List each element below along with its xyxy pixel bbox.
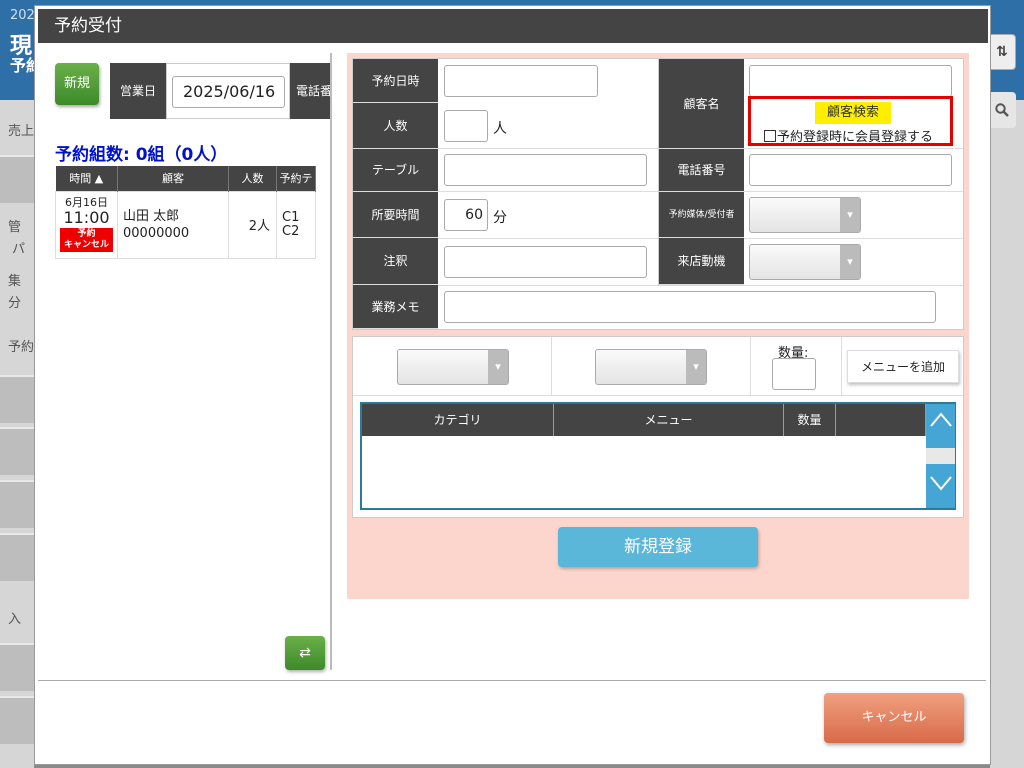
- menu-column-extra: [836, 404, 926, 436]
- table-input[interactable]: [444, 154, 647, 186]
- column-divider: [658, 59, 659, 286]
- search-icon[interactable]: [988, 92, 1016, 128]
- sidebar-item: 予約: [8, 340, 35, 355]
- menu-divider: [841, 337, 842, 395]
- sidebar-block: [0, 533, 34, 581]
- media-label: 予約媒体/受付者: [659, 192, 744, 238]
- table-2: C2: [282, 223, 300, 239]
- sidebar-item: 売上: [8, 124, 35, 139]
- menu-column-menu: メニュー: [554, 404, 784, 436]
- column-table: 予約テ: [276, 166, 316, 191]
- add-menu-button[interactable]: メニューを追加: [847, 350, 959, 383]
- menu-column-category: カテゴリ: [362, 404, 554, 436]
- swap-button[interactable]: ⇄: [285, 636, 325, 670]
- visit-motive-select[interactable]: ▾: [749, 244, 861, 280]
- cancel-badge-line2: キャンセル: [63, 240, 109, 250]
- duration-label: 所要時間: [353, 192, 438, 238]
- sidebar-item: 管: [8, 220, 22, 235]
- reservation-count: 予約組数: 0組（0人）: [55, 145, 228, 165]
- people-input[interactable]: [444, 110, 488, 142]
- customer-search-button[interactable]: 顧客検索: [815, 102, 891, 124]
- menu-select[interactable]: ▾: [595, 349, 707, 385]
- customer-name: 山田 太郎: [123, 208, 180, 224]
- customer-id: 00000000: [123, 225, 190, 241]
- sort-icon[interactable]: ⇅: [988, 34, 1016, 70]
- sidebar-item: パ: [12, 242, 26, 257]
- new-button[interactable]: 新規: [55, 63, 99, 105]
- menu-divider: [353, 395, 963, 396]
- sidebar-block: [0, 155, 34, 203]
- quantity-input[interactable]: [772, 358, 816, 390]
- modal-title: 予約受付: [38, 9, 988, 43]
- duration-unit: 分: [493, 210, 507, 226]
- customer-name-input[interactable]: [749, 65, 952, 97]
- scroll-down-icon[interactable]: [926, 472, 955, 499]
- business-date-input[interactable]: 2025/06/16: [172, 76, 285, 108]
- reserve-datetime-input[interactable]: [444, 65, 598, 97]
- chevron-down-icon: ▾: [488, 350, 508, 384]
- member-register-label: 予約登録時に会員登録する: [777, 130, 934, 145]
- sidebar-block: [0, 643, 34, 691]
- panel-divider: [330, 53, 332, 670]
- customer-cell: 山田 太郎 00000000: [117, 190, 229, 259]
- duration-input[interactable]: 60: [444, 199, 488, 231]
- sidebar-item: 分: [8, 296, 22, 311]
- category-select[interactable]: ▾: [397, 349, 509, 385]
- chevron-down-icon: ▾: [840, 245, 860, 279]
- sidebar-item: 入: [8, 612, 22, 627]
- sidebar-block: [0, 480, 34, 528]
- people-cell: 2人: [228, 190, 277, 259]
- business-date-label: 営業日: [110, 63, 166, 119]
- phone-label-partial: 電話番: [290, 63, 330, 119]
- phone-label: 電話番号: [659, 149, 744, 192]
- footer-divider: [38, 680, 986, 681]
- people-label: 人数: [353, 103, 438, 149]
- table-cell: C1 C2: [276, 190, 316, 259]
- table-label: テーブル: [353, 149, 438, 192]
- sidebar-block: [0, 427, 34, 475]
- background-right-panel: [990, 100, 1024, 768]
- register-button[interactable]: 新規登録: [558, 527, 758, 567]
- memo-input[interactable]: [444, 291, 936, 323]
- column-customer: 顧客: [117, 166, 229, 191]
- customer-name-label: 顧客名: [659, 59, 744, 149]
- media-select[interactable]: ▾: [749, 197, 861, 233]
- background-sidebar: 売上 管 パ 集 分 予約 入: [0, 100, 34, 768]
- cancel-button[interactable]: キャンセル: [824, 693, 964, 743]
- column-people: 人数: [228, 166, 277, 191]
- reservation-list: 時間 ▲ 顧客 人数 予約テ 6月16日 11:00 予約 キャンセル 山田 太…: [55, 166, 316, 259]
- menu-divider: [750, 337, 751, 395]
- table-1: C1: [282, 209, 300, 225]
- scroll-up-icon[interactable]: [926, 408, 955, 435]
- cancel-badge-line1: 予約: [77, 229, 96, 239]
- sidebar-block: [0, 375, 34, 423]
- chevron-down-icon: ▾: [840, 198, 860, 232]
- note-label: 注釈: [353, 238, 438, 285]
- people-unit: 人: [493, 121, 507, 137]
- menu-table: カテゴリ メニュー 数量: [360, 402, 956, 510]
- memo-label: 業務メモ: [353, 285, 438, 329]
- cancel-badge: 予約 キャンセル: [59, 228, 113, 252]
- chevron-down-icon: ▾: [686, 350, 706, 384]
- sidebar-item: 集: [8, 274, 22, 289]
- scroll-thumb[interactable]: [926, 448, 955, 464]
- reserve-datetime-label: 予約日時: [353, 59, 438, 103]
- reservation-time: 11:00: [63, 208, 110, 227]
- column-time[interactable]: 時間 ▲: [55, 166, 118, 191]
- reservation-time-cell: 6月16日 11:00 予約 キャンセル: [55, 190, 118, 259]
- sidebar-block: [0, 696, 34, 744]
- background-year: 202: [10, 8, 35, 23]
- table-row[interactable]: 6月16日 11:00 予約 キャンセル 山田 太郎 00000000 2人 C…: [55, 190, 316, 259]
- menu-scrollbar[interactable]: [926, 404, 955, 508]
- note-input[interactable]: [444, 246, 647, 278]
- menu-column-quantity: 数量: [784, 404, 836, 436]
- member-register-option[interactable]: 予約登録時に会員登録する: [764, 126, 933, 145]
- menu-divider: [551, 337, 552, 395]
- visit-motive-label: 来店動機: [659, 238, 744, 285]
- member-register-checkbox[interactable]: [764, 130, 776, 142]
- row-divider: [438, 285, 963, 286]
- phone-input[interactable]: [749, 154, 952, 186]
